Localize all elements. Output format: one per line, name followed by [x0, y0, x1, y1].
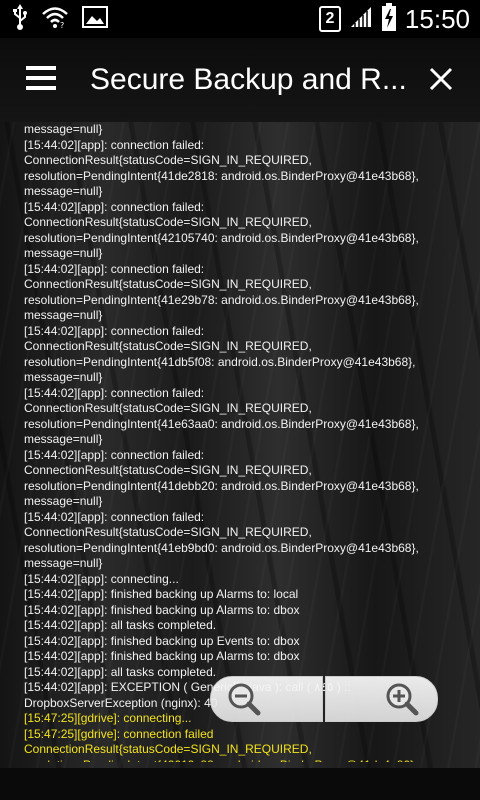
log-line: [15:47:25][gdrive]: connection failed: [24, 726, 214, 741]
log-line: ConnectionResult{statusCode=SIGN_IN_REQU…: [24, 742, 417, 762]
signal-icon: [349, 5, 373, 34]
page-title: Secure Backup and R...: [90, 63, 407, 96]
status-bar: ? 2 15:50: [0, 0, 480, 38]
log-line: [15:44:02][app]: finished backing up Ala…: [24, 649, 300, 663]
svg-text:?: ?: [60, 21, 64, 28]
clock: 15:50: [404, 3, 470, 34]
usb-icon: [12, 3, 28, 35]
log-line: [15:44:02][app]: connection failed: Conn…: [24, 137, 423, 199]
battery-charging-icon: [381, 2, 397, 36]
bottom-bar: [0, 768, 480, 800]
log-view[interactable]: message=null} [15:44:02][app]: connection…: [24, 122, 474, 762]
zoom-controls: [210, 676, 438, 722]
image-icon: [82, 5, 108, 33]
log-line: [15:44:02][app]: connection failed: Conn…: [24, 509, 423, 571]
log-line: message=null}: [24, 122, 103, 136]
zoom-in-button[interactable]: [325, 676, 438, 722]
log-line: [15:44:02][app]: connection failed: Conn…: [24, 323, 419, 385]
log-line: [15:44:02][app]: connection failed: Conn…: [24, 261, 423, 323]
wifi-icon: ?: [42, 6, 68, 33]
log-line: [15:44:02][app]: finished backing up Eve…: [24, 633, 300, 648]
log-line: [15:44:02][app]: connection failed: Conn…: [24, 199, 423, 261]
log-line: [15:44:02][app]: finished backing up Ala…: [24, 602, 300, 617]
log-line: [15:44:02][app]: finished backing up Ala…: [24, 587, 299, 601]
log-line: [15:44:02][app]: connection failed: Conn…: [24, 447, 423, 509]
zoom-out-button[interactable]: [210, 676, 323, 722]
log-line: [15:44:02][app]: all tasks completed.: [24, 618, 217, 632]
hamburger-icon[interactable]: [26, 66, 56, 94]
sim-badge-icon: 2: [318, 6, 341, 32]
log-line: [15:44:02][app]: connecting...: [24, 571, 179, 586]
close-icon[interactable]: [426, 64, 456, 94]
action-bar: Secure Backup and R...: [0, 38, 480, 122]
log-line: [15:44:02][app]: connection failed: Conn…: [24, 385, 423, 447]
